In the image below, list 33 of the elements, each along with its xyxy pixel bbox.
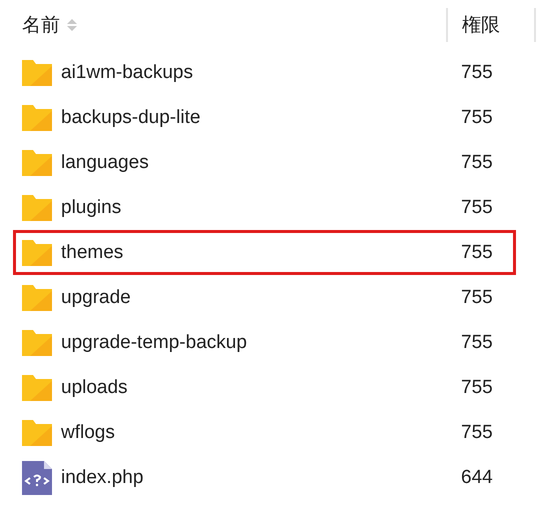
permission-value: 755 bbox=[460, 332, 494, 354]
folder-icon bbox=[22, 330, 52, 356]
file-name[interactable]: languages bbox=[61, 152, 149, 174]
folder-icon bbox=[22, 60, 52, 86]
folder-icon bbox=[22, 284, 52, 310]
folder-icon bbox=[22, 104, 52, 130]
folder-icon bbox=[22, 240, 52, 266]
permission-value: 755 bbox=[460, 242, 494, 264]
folder-icon bbox=[22, 150, 52, 176]
permission-value: 755 bbox=[460, 106, 494, 128]
folder-icon bbox=[22, 194, 52, 220]
permission-value: 755 bbox=[460, 286, 494, 308]
sort-icon[interactable] bbox=[66, 17, 78, 33]
file-name[interactable]: upgrade-temp-backup bbox=[61, 332, 247, 354]
permission-value: 755 bbox=[460, 62, 494, 84]
permission-value: 755 bbox=[460, 376, 494, 398]
permission-value: 755 bbox=[460, 196, 494, 218]
column-header[interactable]: 名前 bbox=[22, 12, 60, 38]
file-name[interactable]: uploads bbox=[61, 376, 128, 398]
php-file-icon bbox=[22, 460, 52, 494]
file-name[interactable]: upgrade bbox=[61, 286, 131, 308]
file-name[interactable]: index.php bbox=[61, 466, 144, 488]
permission-value: 755 bbox=[460, 422, 494, 444]
file-name[interactable]: wflogs bbox=[61, 422, 115, 444]
file-name[interactable]: plugins bbox=[61, 196, 122, 218]
file-name[interactable]: ai1wm-backups bbox=[61, 62, 193, 84]
permission-value: 644 bbox=[460, 466, 494, 488]
column-header: 権限 bbox=[462, 14, 500, 38]
folder-icon bbox=[22, 420, 52, 446]
file-name[interactable]: themes bbox=[61, 242, 124, 264]
folder-icon bbox=[22, 374, 52, 400]
file-name[interactable]: backups-dup-lite bbox=[61, 106, 200, 128]
permission-value: 755 bbox=[460, 152, 494, 174]
